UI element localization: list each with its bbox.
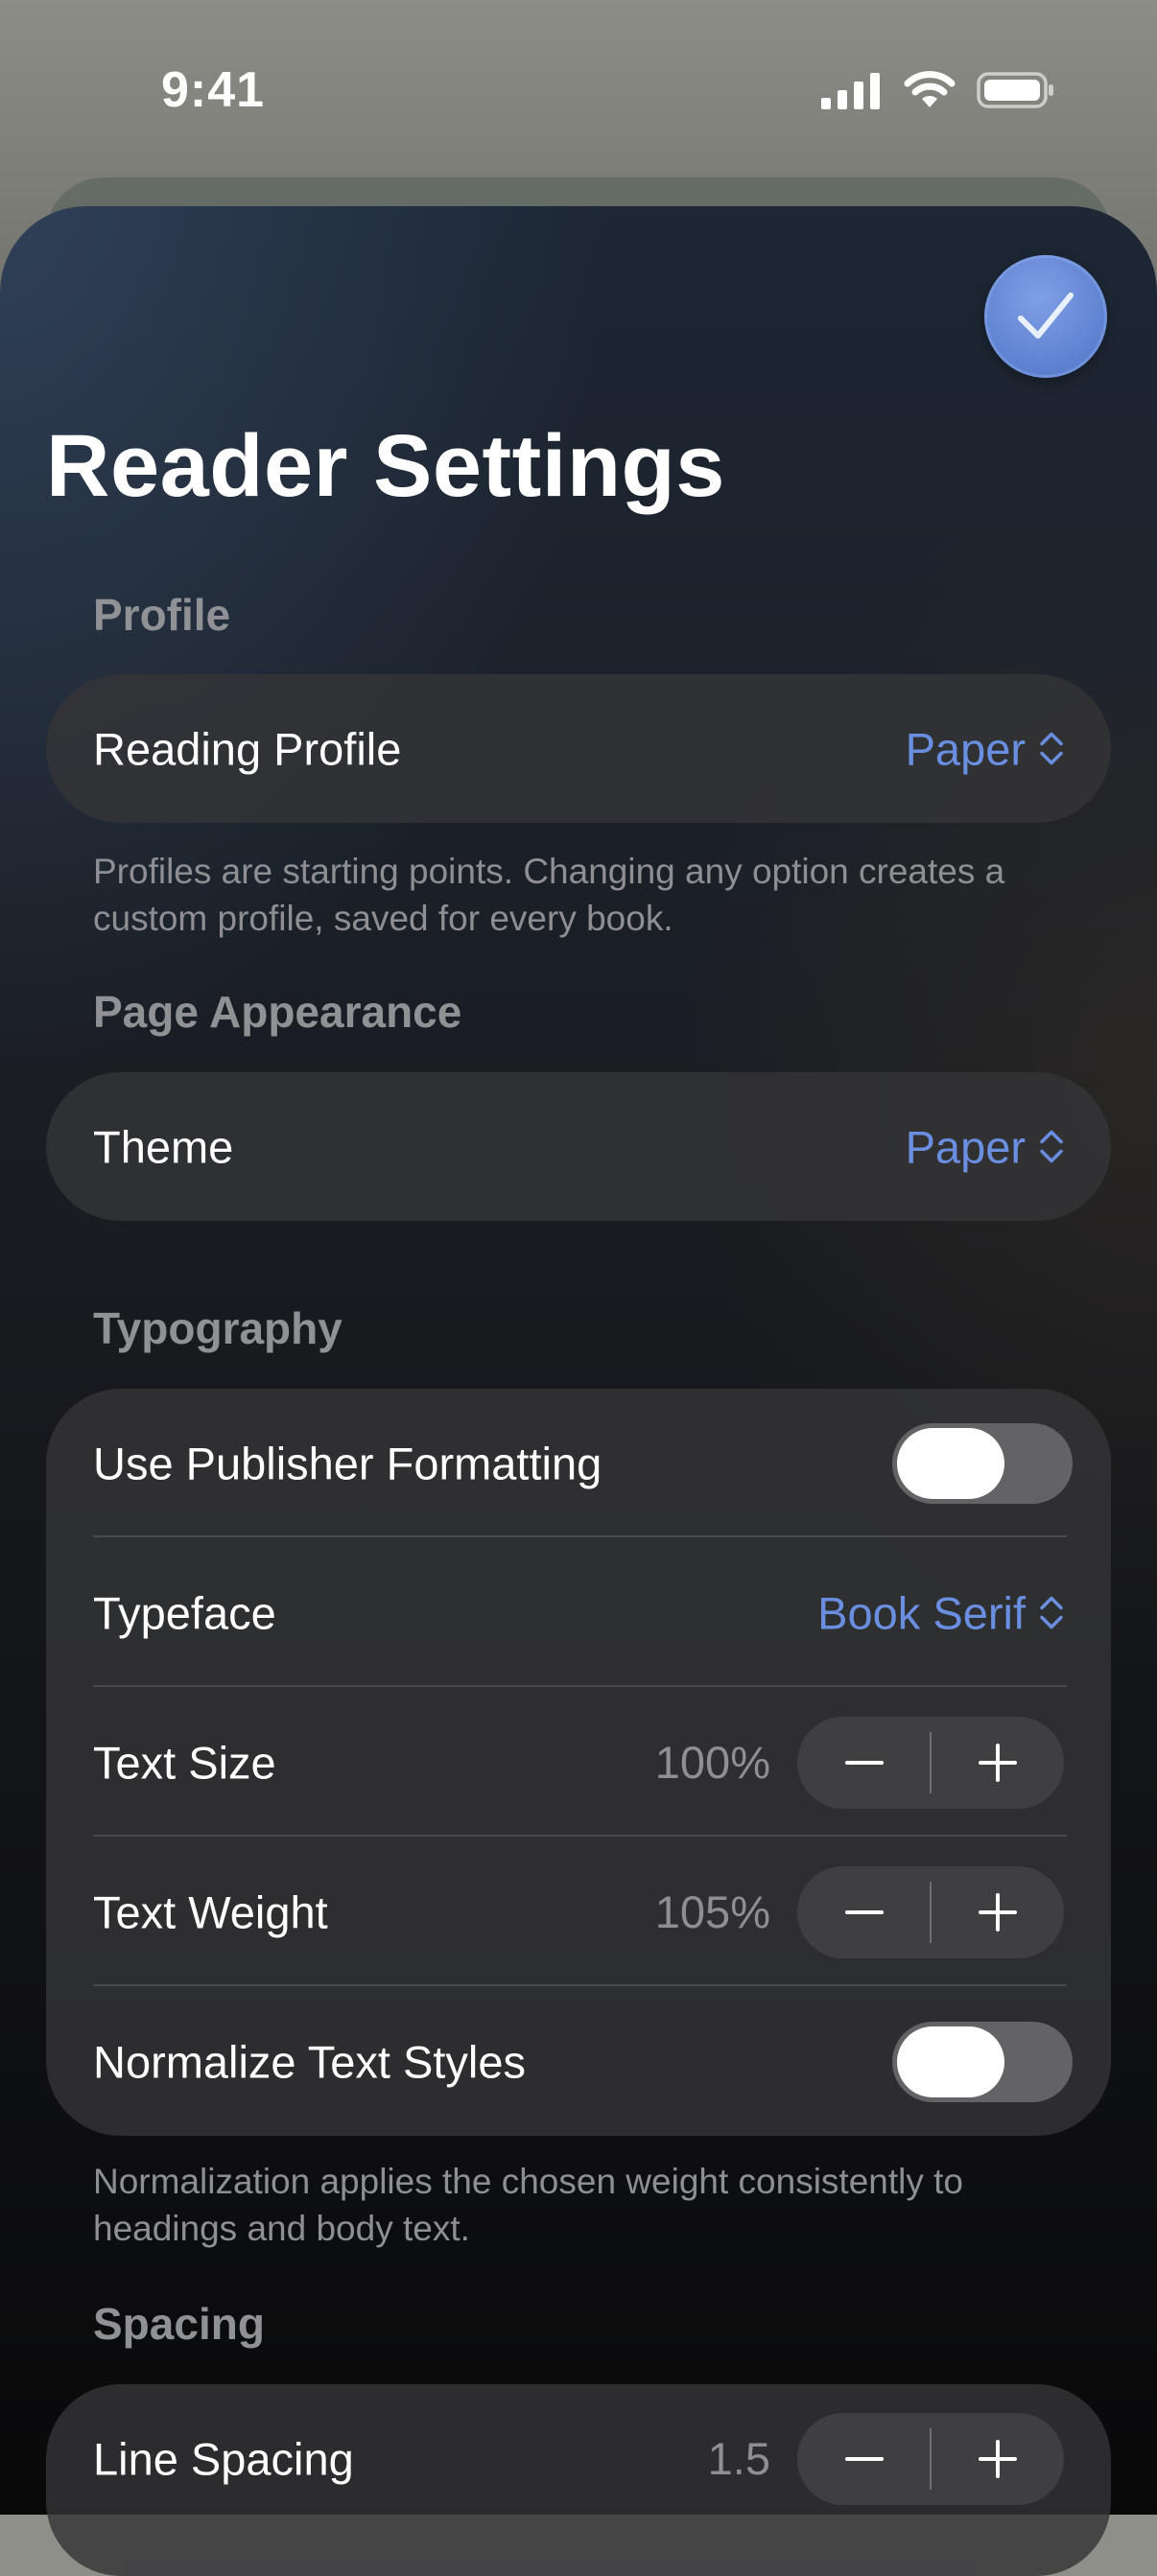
text-size-control: 100% [654, 1716, 1064, 1809]
typography-footnote: Normalization applies the chosen weight … [93, 2162, 963, 2248]
status-time: 9:41 [161, 62, 266, 118]
publisher-formatting-label: Use Publisher Formatting [93, 1438, 602, 1488]
text-size-increment-button[interactable] [931, 1717, 1064, 1809]
toggle-knob [897, 1427, 1004, 1499]
line-spacing-control: 1.5 [707, 2412, 1064, 2505]
text-weight-stepper [797, 1865, 1064, 1958]
row-divider [93, 1835, 1067, 1837]
stepper-separator [930, 1881, 932, 1943]
section-header-page-appearance: Page Appearance [93, 987, 462, 1037]
publisher-formatting-row: Use Publisher Formatting [46, 1389, 1111, 1537]
status-bar: 9:41 [0, 0, 1157, 182]
line-spacing-stepper [797, 2412, 1064, 2505]
text-size-stepper [797, 1716, 1064, 1809]
checkmark-icon [1018, 293, 1074, 339]
theme-value: Paper [905, 1121, 1026, 1172]
page-title: Reader Settings [46, 417, 725, 515]
text-weight-row: Text Weight 105% [46, 1838, 1111, 1986]
chevron-up-down-icon [1040, 1130, 1063, 1163]
publisher-formatting-toggle[interactable] [892, 1422, 1073, 1504]
normalize-text-toggle[interactable] [892, 2021, 1073, 2102]
done-button[interactable] [984, 255, 1107, 378]
theme-picker[interactable]: Paper [906, 1120, 1064, 1173]
chevron-up-down-icon [1040, 732, 1063, 765]
minus-icon [844, 1760, 884, 1765]
line-spacing-value: 1.5 [707, 2433, 770, 2484]
typography-card: Use Publisher Formatting Typeface Book S… [46, 1389, 1111, 2136]
theme-row[interactable]: Theme Paper [46, 1072, 1111, 1221]
reading-profile-value: Paper [905, 723, 1026, 774]
plus-icon [978, 2439, 1017, 2478]
chevron-up-down-icon [1040, 1596, 1063, 1629]
plus-icon [978, 1892, 1017, 1932]
toggle-knob [897, 2026, 1004, 2097]
row-divider [93, 1685, 1067, 1687]
text-weight-increment-button[interactable] [931, 1866, 1064, 1958]
typeface-value: Book Serif [817, 1587, 1026, 1638]
text-weight-control: 105% [654, 1865, 1064, 1958]
line-spacing-increment-button[interactable] [931, 2413, 1064, 2505]
normalize-text-row: Normalize Text Styles [46, 1987, 1111, 2136]
line-spacing-label: Line Spacing [93, 2433, 354, 2484]
line-spacing-row: Line Spacing 1.5 [46, 2384, 1111, 2533]
typeface-picker[interactable]: Book Serif [817, 1586, 1064, 1639]
profile-card: Reading Profile Paper [46, 674, 1111, 823]
reading-profile-row[interactable]: Reading Profile Paper [46, 674, 1111, 823]
text-size-value: 100% [654, 1737, 770, 1788]
status-icons [821, 71, 1055, 109]
page-appearance-card: Theme Paper [46, 1072, 1111, 1221]
section-header-profile: Profile [93, 590, 231, 640]
line-spacing-decrement-button[interactable] [797, 2413, 931, 2505]
section-header-spacing: Spacing [93, 2299, 265, 2349]
stepper-separator [930, 2427, 932, 2490]
text-weight-label: Text Weight [93, 1886, 328, 1937]
text-size-label: Text Size [93, 1737, 276, 1788]
reading-profile-label: Reading Profile [93, 723, 402, 774]
wifi-icon [904, 71, 956, 107]
spacing-card: Line Spacing 1.5 [46, 2384, 1111, 2576]
minus-icon [844, 1909, 884, 1914]
minus-icon [844, 2456, 884, 2461]
text-size-row: Text Size 100% [46, 1688, 1111, 1837]
typeface-label: Typeface [93, 1587, 276, 1638]
cellular-signal-icon [821, 73, 880, 109]
profile-footnote: Profiles are starting points. Changing a… [93, 852, 1005, 938]
battery-icon [977, 72, 1053, 108]
text-weight-decrement-button[interactable] [797, 1866, 931, 1958]
section-header-typography: Typography [93, 1303, 342, 1353]
text-weight-value: 105% [654, 1886, 770, 1937]
stepper-separator [930, 1731, 932, 1793]
typeface-row[interactable]: Typeface Book Serif [46, 1538, 1111, 1687]
reading-profile-picker[interactable]: Paper [906, 722, 1064, 775]
text-size-decrement-button[interactable] [797, 1717, 931, 1809]
normalize-text-label: Normalize Text Styles [93, 2036, 526, 2087]
plus-icon [978, 1743, 1017, 1782]
theme-label: Theme [93, 1121, 234, 1172]
row-divider [93, 1535, 1067, 1537]
row-divider [93, 1984, 1067, 1986]
